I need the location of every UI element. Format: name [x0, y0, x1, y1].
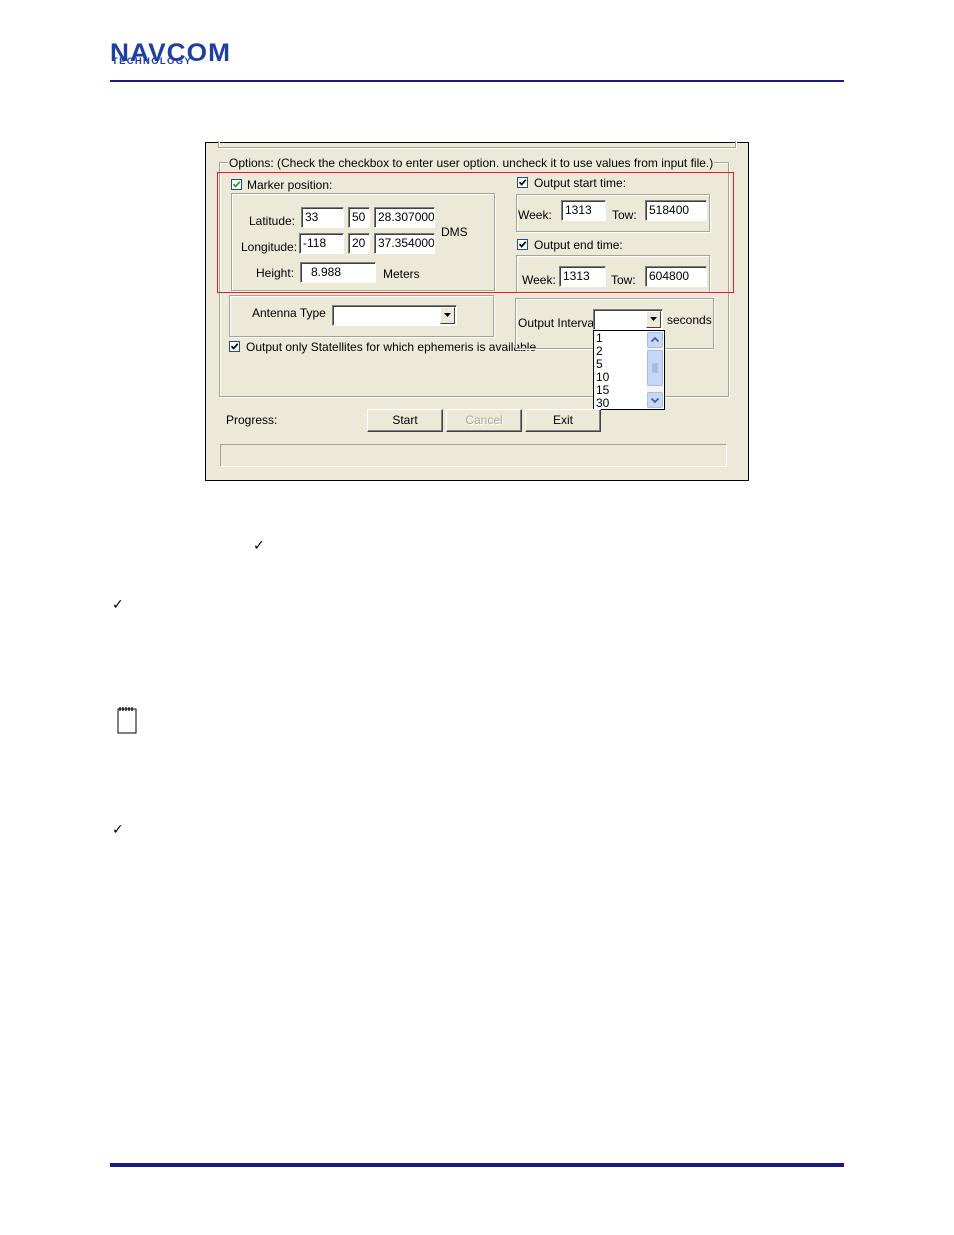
progress-bar: [220, 444, 727, 467]
ephemeris-checkbox[interactable]: [229, 341, 240, 352]
options-legend: Options: (Check the checkbox to enter us…: [228, 156, 715, 170]
antenna-type-label: Antenna Type: [252, 306, 326, 320]
navcom-logo-subtitle: TECHNOLOGY: [112, 56, 193, 67]
checkmark-icon: ✓: [112, 597, 124, 613]
output-interval-select[interactable]: [593, 309, 663, 330]
output-interval-dropdown-list[interactable]: 1 2 5 10 15 30: [593, 330, 665, 410]
footer-rule: [110, 1163, 844, 1167]
ephemeris-label: Output only Statellites for which epheme…: [246, 340, 537, 354]
seconds-label: seconds: [667, 313, 712, 327]
top-partial-frame: [218, 141, 736, 148]
dropdown-arrow-icon[interactable]: [646, 311, 661, 328]
scroll-thumb[interactable]: [647, 350, 663, 386]
output-interval-label: Output Interval: [518, 316, 597, 330]
start-button[interactable]: Start: [367, 409, 443, 432]
progress-label: Progress:: [226, 413, 278, 427]
highlight-box: [217, 172, 734, 293]
dialog-screenshot: Options: (Check the checkbox to enter us…: [205, 141, 749, 481]
checkmark-icon: ✓: [112, 822, 124, 838]
checkmark-icon: ✓: [253, 538, 265, 554]
scroll-up-icon[interactable]: [647, 332, 663, 348]
scroll-down-icon[interactable]: [647, 392, 663, 408]
dropdown-scrollbar[interactable]: [647, 332, 663, 408]
exit-button[interactable]: Exit: [525, 409, 601, 432]
dropdown-arrow-icon[interactable]: [440, 307, 455, 324]
antenna-type-select[interactable]: [332, 305, 457, 326]
header-rule: [110, 80, 844, 82]
note-icon: [117, 707, 137, 734]
cancel-button[interactable]: Cancel: [446, 409, 522, 432]
